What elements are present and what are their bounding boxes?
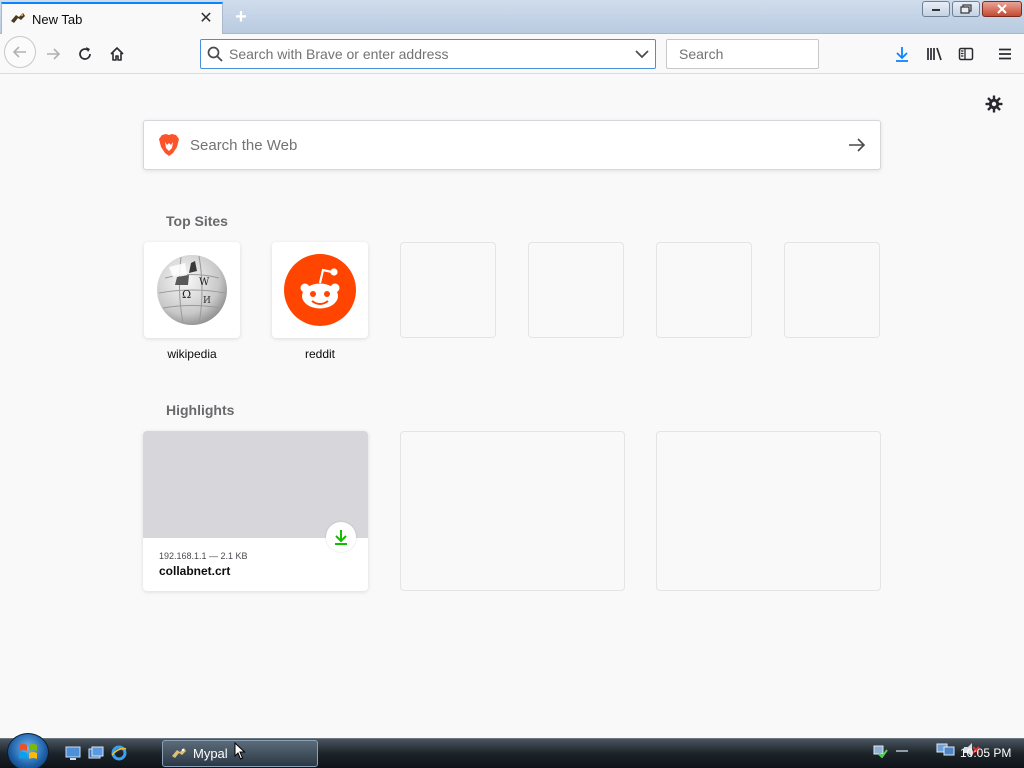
downloads-button[interactable] [888, 40, 916, 68]
chevron-down-icon[interactable] [635, 49, 649, 59]
library-button[interactable] [921, 40, 949, 68]
svg-text:W: W [199, 277, 210, 288]
top-site-tile-wikipedia[interactable]: Ω W И [144, 242, 240, 338]
top-site-label: reddit [304, 347, 336, 361]
menu-button[interactable] [991, 40, 1019, 68]
top-site-empty-slot [656, 242, 752, 338]
windows-taskbar [0, 738, 1024, 768]
taskbar-button-label: Mypal [193, 746, 228, 761]
show-desktop-icon[interactable] [64, 745, 82, 761]
internet-explorer-icon[interactable] [110, 745, 128, 761]
search-bar[interactable] [666, 39, 860, 69]
back-arrow-icon [12, 46, 26, 58]
minimize-button[interactable] [922, 1, 950, 17]
gear-icon [985, 95, 1003, 113]
tray-arrow-icon[interactable] [894, 742, 910, 758]
top-sites-heading: Top Sites [166, 213, 228, 229]
taskbar-clock[interactable]: 10:05 PM [960, 746, 1011, 760]
start-button[interactable] [7, 733, 49, 768]
highlight-card-download[interactable]: 192.168.1.1 — 2.1 KB collabnet.crt [143, 431, 368, 591]
reddit-logo-icon [284, 254, 356, 326]
search-icon [207, 46, 223, 62]
hamburger-menu-icon [999, 48, 1011, 60]
highlight-filename: collabnet.crt [159, 564, 231, 578]
mypal-app-icon [172, 747, 186, 758]
sidebar-toggle-button[interactable] [952, 40, 980, 68]
address-input[interactable] [229, 46, 635, 62]
windows-logo-icon [19, 744, 37, 759]
highlight-empty-slot [656, 431, 881, 591]
arrow-right-icon[interactable] [848, 138, 866, 152]
sidebar-icon [958, 47, 974, 61]
forward-arrow-icon [47, 48, 61, 60]
mypal-favicon-icon [10, 11, 26, 27]
network-check-icon[interactable] [872, 742, 888, 758]
download-badge [326, 522, 356, 552]
tab-title: New Tab [32, 11, 83, 27]
tab-new-tab[interactable]: New Tab ✕ [1, 2, 223, 34]
tab-strip: New Tab ✕ + [0, 0, 1024, 34]
web-search-input[interactable] [190, 136, 848, 154]
top-site-tile-reddit[interactable] [272, 242, 368, 338]
svg-text:И: И [203, 296, 211, 306]
restore-button[interactable] [952, 1, 980, 17]
top-site-empty-slot [528, 242, 624, 338]
highlights-heading: Highlights [166, 402, 235, 418]
highlight-empty-slot [400, 431, 625, 591]
web-search-box[interactable] [143, 120, 881, 170]
forward-button[interactable] [39, 40, 67, 68]
mouse-cursor-icon [234, 741, 246, 765]
top-site-empty-slot [400, 242, 496, 338]
search-input[interactable] [679, 46, 860, 62]
new-tab-button[interactable]: + [228, 5, 254, 29]
navigation-toolbar [0, 34, 1024, 74]
switch-windows-icon[interactable] [87, 745, 105, 761]
reload-button[interactable] [71, 40, 99, 68]
address-bar[interactable] [200, 39, 656, 69]
brave-lion-icon [159, 134, 179, 156]
window-controls [922, 1, 1022, 17]
page-settings-button[interactable] [983, 93, 1005, 115]
svg-text:Ω: Ω [182, 288, 191, 301]
tab-close-icon[interactable]: ✕ [198, 11, 214, 27]
reload-icon [79, 47, 91, 60]
top-site-empty-slot [784, 242, 880, 338]
wikipedia-logo-icon: Ω W И [157, 255, 227, 325]
library-icon [927, 47, 942, 61]
download-icon [335, 530, 347, 545]
top-site-label: wikipedia [167, 347, 217, 361]
back-button[interactable] [4, 36, 36, 68]
close-window-button[interactable] [982, 1, 1022, 17]
home-button[interactable] [103, 40, 131, 68]
highlight-preview [143, 431, 368, 538]
highlight-meta: 192.168.1.1 — 2.1 KB [159, 551, 248, 561]
download-arrow-icon [896, 47, 908, 62]
network-icon[interactable] [936, 742, 956, 758]
home-icon [110, 47, 124, 61]
